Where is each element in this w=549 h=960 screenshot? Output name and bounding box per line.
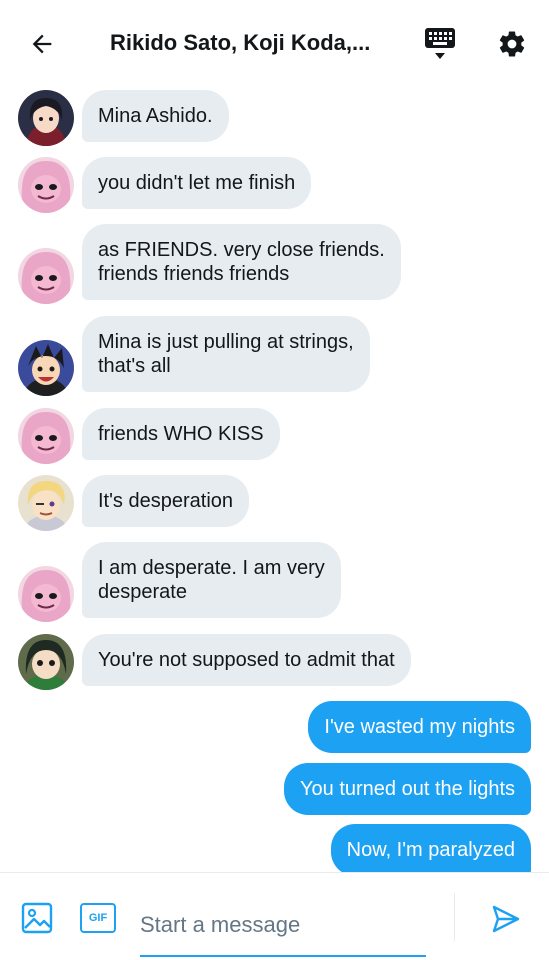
chat-header: Rikido Sato, Koji Koda,... bbox=[0, 0, 549, 86]
message-text-line: desperate bbox=[98, 581, 187, 603]
avatar-mina[interactable] bbox=[18, 157, 74, 213]
avatar-tsuyu[interactable] bbox=[18, 634, 74, 690]
message-text-line: Mina is just pulling at strings, bbox=[98, 331, 354, 353]
message-bubble[interactable]: It's desperation bbox=[82, 475, 250, 527]
avatar-image bbox=[18, 475, 74, 531]
message-text-line: I am desperate. I am very bbox=[98, 557, 325, 579]
avatar-mina[interactable] bbox=[18, 408, 74, 464]
message-bubble[interactable]: Mina is just pulling at strings, that's … bbox=[82, 316, 370, 392]
message-text: It's desperation bbox=[98, 490, 234, 512]
message-bubble[interactable]: friends WHO KISS bbox=[82, 408, 280, 460]
image-icon bbox=[21, 902, 53, 934]
message-text: I've wasted my nights bbox=[324, 716, 515, 738]
message-text-line: as FRIENDS. very close friends. bbox=[98, 239, 385, 261]
message-bubble-sent[interactable]: I've wasted my nights bbox=[308, 701, 531, 753]
avatar-image bbox=[18, 408, 74, 464]
avatar-image bbox=[18, 634, 74, 690]
gear-icon bbox=[499, 31, 525, 57]
message-text: You're not supposed to admit that bbox=[98, 649, 395, 671]
avatar-mina[interactable] bbox=[18, 566, 74, 622]
arrow-left-icon bbox=[32, 34, 52, 54]
settings-button[interactable] bbox=[492, 24, 532, 64]
send-button[interactable] bbox=[486, 899, 526, 939]
send-icon bbox=[492, 905, 520, 933]
message-bubble[interactable]: I am desperate. I am very desperate bbox=[82, 542, 341, 618]
keyboard-button[interactable] bbox=[420, 24, 460, 64]
gif-button[interactable]: GIF bbox=[80, 903, 116, 933]
avatar-kirishima[interactable] bbox=[18, 340, 74, 396]
message-bubble-sent[interactable]: You turned out the lights bbox=[284, 763, 531, 815]
avatar-image bbox=[18, 248, 74, 304]
message-text: Mina Ashido. bbox=[98, 105, 213, 127]
conversation-title[interactable]: Rikido Sato, Koji Koda,... bbox=[110, 30, 370, 56]
avatar-image bbox=[18, 340, 74, 396]
avatar-image bbox=[18, 90, 74, 146]
avatar-mina[interactable] bbox=[18, 248, 74, 304]
avatar-aoyama[interactable] bbox=[18, 475, 74, 531]
message-bubble[interactable]: you didn't let me finish bbox=[82, 157, 312, 209]
avatar-image bbox=[18, 157, 74, 213]
add-media-button[interactable] bbox=[20, 901, 54, 935]
back-button[interactable] bbox=[22, 24, 62, 64]
message-text-line: friends friends friends bbox=[98, 263, 290, 285]
message-bubble-sent[interactable]: Now, I'm paralyzed bbox=[330, 824, 531, 872]
message-list[interactable]: Mina Ashido. you didn't let me finish as… bbox=[0, 86, 549, 872]
message-text: friends WHO KISS bbox=[98, 423, 264, 445]
message-text-line: that's all bbox=[98, 355, 171, 377]
keyboard-icon bbox=[425, 28, 455, 59]
message-text: Now, I'm paralyzed bbox=[346, 839, 515, 861]
avatar-image bbox=[18, 566, 74, 622]
message-bubble[interactable]: Mina Ashido. bbox=[82, 90, 229, 142]
composer-divider bbox=[454, 893, 455, 941]
message-text: you didn't let me finish bbox=[98, 172, 296, 194]
message-input-wrapper bbox=[140, 895, 426, 957]
message-bubble[interactable]: as FRIENDS. very close friends. friends … bbox=[82, 224, 401, 300]
message-text: You turned out the lights bbox=[300, 778, 515, 800]
message-input[interactable] bbox=[140, 895, 426, 955]
message-bubble[interactable]: You're not supposed to admit that bbox=[82, 634, 411, 686]
message-composer: GIF bbox=[0, 872, 549, 960]
avatar-momo[interactable] bbox=[18, 90, 74, 146]
